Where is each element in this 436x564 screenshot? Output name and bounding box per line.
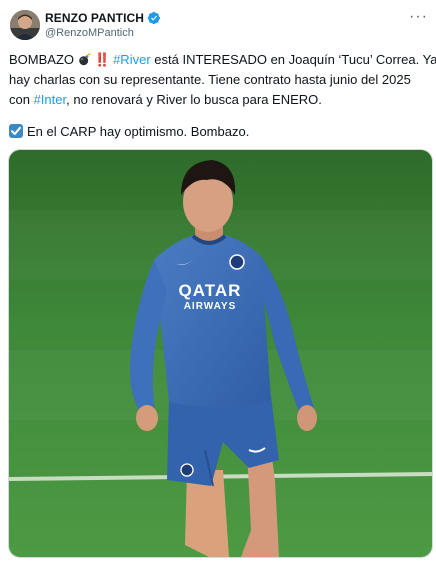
bomb-emoji-icon — [78, 53, 91, 66]
more-options-icon[interactable]: ··· — [409, 9, 428, 25]
verified-badge-icon — [147, 11, 161, 25]
author-handle[interactable]: @RenzoMPantich — [45, 27, 161, 39]
check-mark-button-emoji-icon — [9, 124, 23, 138]
tweet-text: BOMBAZO ‼️ #River está INTERESADO en Joa… — [9, 50, 436, 142]
tweet-second-paragraph: En el CARP hay optimismo. Bombazo. — [9, 122, 429, 142]
tweet-second-paragraph-text: En el CARP hay optimismo. Bombazo. — [27, 124, 250, 139]
author-display-name[interactable]: RENZO PANTICH — [45, 11, 144, 25]
shirt-sponsor-line-1: QATAR — [179, 281, 242, 300]
author-names: RENZO PANTICH @RenzoMPantich — [45, 10, 161, 39]
tweet-text-line-3-start: con — [9, 92, 34, 107]
hashtag-inter-link[interactable]: #Inter — [34, 92, 67, 107]
author-avatar[interactable] — [10, 10, 40, 40]
hashtag-river-link[interactable]: #River — [113, 52, 151, 67]
tweet-text-line-1: BOMBAZO ‼️ #River está INTERESADO en Joa… — [9, 50, 436, 70]
tweet-photo[interactable]: QATAR AIRWAYS — [8, 149, 433, 558]
player-photo-illustration: QATAR AIRWAYS — [9, 150, 432, 557]
shirt-sponsor-line-2: AIRWAYS — [184, 301, 237, 312]
tweet-text-line-2: hay charlas con su representante. Tiene … — [9, 72, 411, 87]
tweet-text-line-3-rest: , no renovará y River lo busca para ENER… — [66, 92, 322, 107]
double-exclamation-emoji-icon: ‼️ — [94, 52, 110, 67]
tweet-text-line-3: con #Inter, no renovará y River lo busca… — [9, 90, 429, 110]
tweet-header: RENZO PANTICH @RenzoMPantich ··· — [10, 9, 430, 40]
tweet-text-bombazo: BOMBAZO — [9, 52, 75, 67]
tweet-text-line-1-rest: está INTERESADO en Joaquín ‘Tucu’ Correa… — [150, 52, 436, 67]
tweet-card: RENZO PANTICH @RenzoMPantich ··· BOMBAZO… — [0, 0, 436, 564]
